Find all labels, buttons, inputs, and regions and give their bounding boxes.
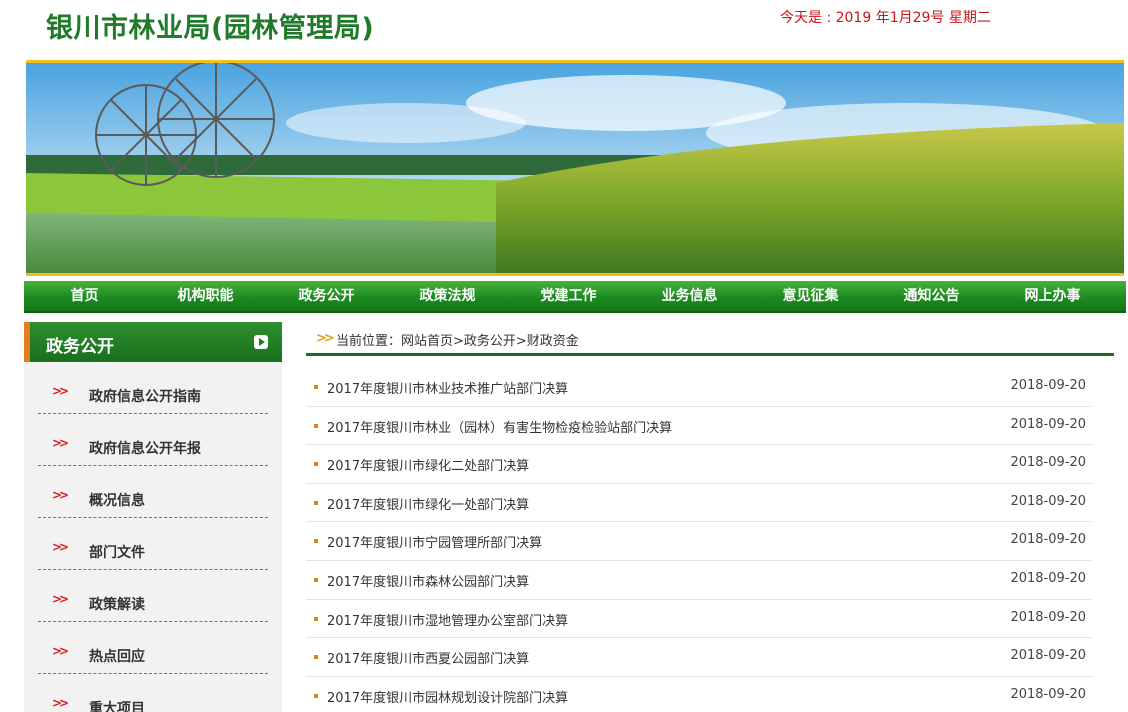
double-chevron-icon: >> bbox=[52, 384, 69, 398]
article-date: 2018-09-20 bbox=[1010, 686, 1086, 702]
list-item[interactable]: 2017年度银川市林业（园林）有害生物检疫检验站部门决算 2018-09-20 bbox=[306, 407, 1092, 446]
nav-label: 意见征集 bbox=[782, 288, 839, 304]
article-date: 2018-09-20 bbox=[1010, 532, 1086, 548]
sidebar-item-label: 政府信息公开年报 bbox=[89, 441, 201, 457]
nav-label: 党建工作 bbox=[540, 288, 597, 304]
bullet-icon bbox=[314, 655, 318, 660]
list-item[interactable]: 2017年度银川市湿地管理办公室部门决算 2018-09-20 bbox=[306, 600, 1092, 639]
list-item[interactable]: 2017年度银川市森林公园部门决算 2018-09-20 bbox=[306, 561, 1092, 600]
double-chevron-icon: >> bbox=[52, 436, 69, 450]
sidebar-header-accent bbox=[24, 322, 30, 362]
article-title[interactable]: 2017年度银川市绿化一处部门决算 bbox=[327, 494, 529, 513]
nav-item-organization[interactable]: 机构职能 bbox=[145, 281, 266, 311]
article-title[interactable]: 2017年度银川市森林公园部门决算 bbox=[327, 571, 529, 590]
article-date: 2018-09-20 bbox=[1010, 416, 1086, 432]
nav-label: 机构职能 bbox=[177, 288, 234, 304]
list-item[interactable]: 2017年度银川市宁园管理所部门决算 2018-09-20 bbox=[306, 522, 1092, 561]
list-item[interactable]: 2017年度银川市园林规划设计院部门决算 2018-09-20 bbox=[306, 677, 1092, 712]
nav-item-notices[interactable]: 通知公告 bbox=[871, 281, 992, 311]
site-title: 银川市林业局(园林管理局) bbox=[46, 13, 375, 44]
nav-item-feedback[interactable]: 意见征集 bbox=[750, 281, 871, 311]
sidebar-item-department-documents[interactable]: >> 部门文件 bbox=[38, 518, 268, 570]
current-date: 今天是 : 2019 年1月29号 星期二 bbox=[780, 10, 991, 26]
sidebar-header: 政务公开 bbox=[24, 322, 282, 362]
bullet-icon bbox=[314, 385, 318, 389]
bullet-icon bbox=[314, 693, 318, 698]
article-date: 2018-09-20 bbox=[1010, 609, 1086, 625]
nav-label: 政务公开 bbox=[298, 288, 355, 304]
list-item[interactable]: 2017年度银川市绿化一处部门决算 2018-09-20 bbox=[306, 484, 1092, 523]
sidebar-item-hot-topics[interactable]: >> 热点回应 bbox=[38, 622, 268, 674]
article-title[interactable]: 2017年度银川市绿化二处部门决算 bbox=[327, 455, 529, 474]
article-title[interactable]: 2017年度银川市湿地管理办公室部门决算 bbox=[327, 610, 568, 629]
nav-label: 业务信息 bbox=[661, 288, 718, 304]
article-title[interactable]: 2017年度银川市西夏公园部门决算 bbox=[327, 648, 529, 667]
article-date: 2018-09-20 bbox=[1010, 455, 1086, 471]
nav-label: 网上办事 bbox=[1024, 288, 1081, 304]
article-title[interactable]: 2017年度银川市园林规划设计院部门决算 bbox=[327, 687, 568, 706]
bullet-icon bbox=[314, 423, 318, 428]
double-chevron-icon: >> bbox=[52, 644, 69, 658]
article-date: 2018-09-20 bbox=[1010, 570, 1086, 586]
sidebar-item-label: 重大项目 bbox=[89, 701, 145, 712]
list-item[interactable]: 2017年度银川市林业技术推广站部门决算 2018-09-20 bbox=[306, 368, 1092, 407]
sidebar-item-annual-report[interactable]: >> 政府信息公开年报 bbox=[38, 414, 268, 466]
nav-label: 政策法规 bbox=[419, 288, 476, 304]
double-chevron-icon: >> bbox=[316, 331, 335, 346]
nav-item-government-affairs[interactable]: 政务公开 bbox=[266, 281, 387, 311]
article-date: 2018-09-20 bbox=[1010, 378, 1086, 393]
nav-item-online-services[interactable]: 网上办事 bbox=[992, 281, 1113, 311]
breadcrumb: >> 当前位置：网站首页>政务公开>财政资金 bbox=[306, 322, 1114, 356]
sidebar-item-overview[interactable]: >> 概况信息 bbox=[38, 466, 268, 518]
sidebar-menu: >> 政府信息公开指南 >> 政府信息公开年报 >> 概况信息 >> 部门文件 … bbox=[24, 362, 282, 712]
sidebar-item-label: 概况信息 bbox=[89, 493, 145, 509]
double-chevron-icon: >> bbox=[52, 592, 69, 606]
sidebar-item-policy-interpretation[interactable]: >> 政策解读 bbox=[38, 570, 268, 622]
article-date: 2018-09-20 bbox=[1010, 648, 1086, 664]
bullet-icon bbox=[314, 577, 318, 582]
banner-image bbox=[26, 60, 1124, 276]
article-list: 2017年度银川市林业技术推广站部门决算 2018-09-20 2017年度银川… bbox=[306, 368, 1092, 712]
bullet-icon bbox=[314, 500, 318, 505]
article-title[interactable]: 2017年度银川市宁园管理所部门决算 bbox=[327, 532, 542, 551]
more-arrow-icon[interactable] bbox=[254, 335, 268, 349]
list-item[interactable]: 2017年度银川市西夏公园部门决算 2018-09-20 bbox=[306, 638, 1092, 677]
sidebar-item-label: 政府信息公开指南 bbox=[89, 389, 201, 405]
article-title[interactable]: 2017年度银川市林业（园林）有害生物检疫检验站部门决算 bbox=[327, 417, 672, 436]
nav-item-home[interactable]: 首页 bbox=[24, 281, 145, 311]
nav-label: 通知公告 bbox=[903, 288, 960, 304]
nav-item-party-building[interactable]: 党建工作 bbox=[508, 281, 629, 311]
bullet-icon bbox=[314, 462, 318, 467]
sidebar-title: 政务公开 bbox=[46, 337, 114, 357]
sidebar-item-label: 热点回应 bbox=[89, 649, 145, 665]
list-item[interactable]: 2017年度银川市绿化二处部门决算 2018-09-20 bbox=[306, 445, 1092, 484]
sidebar-item-major-projects[interactable]: >> 重大项目 bbox=[38, 674, 268, 712]
sidebar-item-label: 政策解读 bbox=[89, 597, 145, 613]
sidebar-item-disclosure-guide[interactable]: >> 政府信息公开指南 bbox=[38, 362, 268, 414]
banner-landscape bbox=[26, 63, 1124, 273]
breadcrumb-text: 当前位置：网站首页>政务公开>财政资金 bbox=[336, 334, 579, 349]
article-title[interactable]: 2017年度银川市林业技术推广站部门决算 bbox=[327, 378, 568, 397]
double-chevron-icon: >> bbox=[52, 540, 69, 554]
sidebar-item-label: 部门文件 bbox=[89, 545, 145, 561]
nav-label: 首页 bbox=[70, 288, 99, 304]
double-chevron-icon: >> bbox=[52, 696, 69, 710]
bullet-icon bbox=[314, 539, 318, 544]
bullet-icon bbox=[314, 616, 318, 621]
main-nav: 首页 机构职能 政务公开 政策法规 党建工作 业务信息 意见征集 通知公告 网上… bbox=[24, 281, 1126, 313]
nav-item-business-info[interactable]: 业务信息 bbox=[629, 281, 750, 311]
nav-item-policies[interactable]: 政策法规 bbox=[387, 281, 508, 311]
double-chevron-icon: >> bbox=[52, 488, 69, 502]
article-date: 2018-09-20 bbox=[1010, 493, 1086, 509]
